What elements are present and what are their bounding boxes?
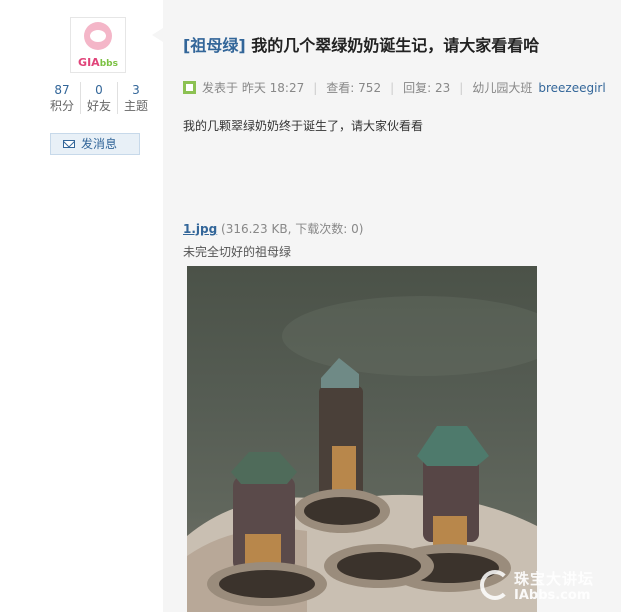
avatar[interactable]: GIAbbs xyxy=(70,17,126,73)
post-title-text: 我的几个翠绿奶奶诞生记，请大家看看哈 xyxy=(251,36,540,55)
post-title: [祖母绿] 我的几个翠绿奶奶诞生记，请大家看看哈 xyxy=(183,32,539,56)
user-stats: 87 积分 0 好友 3 主题 xyxy=(44,82,154,114)
stat-value: 87 xyxy=(54,83,70,97)
envelope-icon xyxy=(63,140,75,148)
send-message-label: 发消息 xyxy=(81,137,118,151)
attachment-link[interactable]: 1.jpg xyxy=(183,222,217,236)
stat-value: 3 xyxy=(132,83,140,97)
post-meta: 发表于 昨天 18:27 | 查看: 752 | 回复: 23 | 幼儿园大班 … xyxy=(183,79,606,96)
author-rank: 幼儿园大班 xyxy=(472,81,533,95)
site-watermark: 珠宝大讲坛 IAbbs.com xyxy=(476,566,621,612)
cat-mascot-icon xyxy=(84,22,112,50)
attachment-info: 1.jpg (316.23 KB, 下载次数: 0) xyxy=(183,220,363,237)
stat-value: 0 xyxy=(95,83,103,97)
post-category-link[interactable]: [祖母绿] xyxy=(183,36,246,55)
watermark-line1: 珠宝大讲坛 xyxy=(514,570,595,588)
stat-friends[interactable]: 0 好友 xyxy=(80,82,117,114)
stat-label: 主题 xyxy=(123,99,148,113)
replies-label: 回复: xyxy=(403,81,432,95)
views-count: 752 xyxy=(358,80,382,95)
photo-illustration xyxy=(187,296,537,612)
posted-label: 发表于 xyxy=(202,81,239,95)
attachment-caption: 未完全切好的祖母绿 xyxy=(183,245,292,259)
stat-points[interactable]: 87 积分 xyxy=(44,82,80,114)
divider: | xyxy=(459,80,464,95)
divider: | xyxy=(390,80,395,95)
author-link[interactable]: breezeegirl xyxy=(538,81,605,95)
stat-label: 好友 xyxy=(86,99,111,113)
views-label: 查看: xyxy=(326,81,355,95)
watermark-line2: IAbbs.com xyxy=(514,588,591,603)
post-content: 我的几颗翠绿奶奶终于诞生了，请大家伙看看 xyxy=(183,119,424,133)
posted-time: 昨天 18:27 xyxy=(241,81,305,95)
avatar-logo: GIAbbs xyxy=(78,56,118,69)
post-pointer xyxy=(152,28,163,42)
stat-threads[interactable]: 3 主题 xyxy=(117,82,154,114)
send-message-button[interactable]: 发消息 xyxy=(50,133,140,155)
stat-label: 积分 xyxy=(49,99,74,113)
attachment-meta: (316.23 KB, 下载次数: 0) xyxy=(217,222,364,236)
watermark-logo-icon xyxy=(480,570,510,600)
user-sidebar: GIAbbs 87 积分 0 好友 3 主题 发消息 xyxy=(0,0,163,612)
emerald-photo[interactable] xyxy=(187,266,537,612)
post-main: [祖母绿] 我的几个翠绿奶奶诞生记，请大家看看哈 发表于 昨天 18:27 | … xyxy=(163,0,621,612)
divider: | xyxy=(313,80,318,95)
post-author-icon xyxy=(183,81,196,94)
replies-count: 23 xyxy=(435,80,451,95)
